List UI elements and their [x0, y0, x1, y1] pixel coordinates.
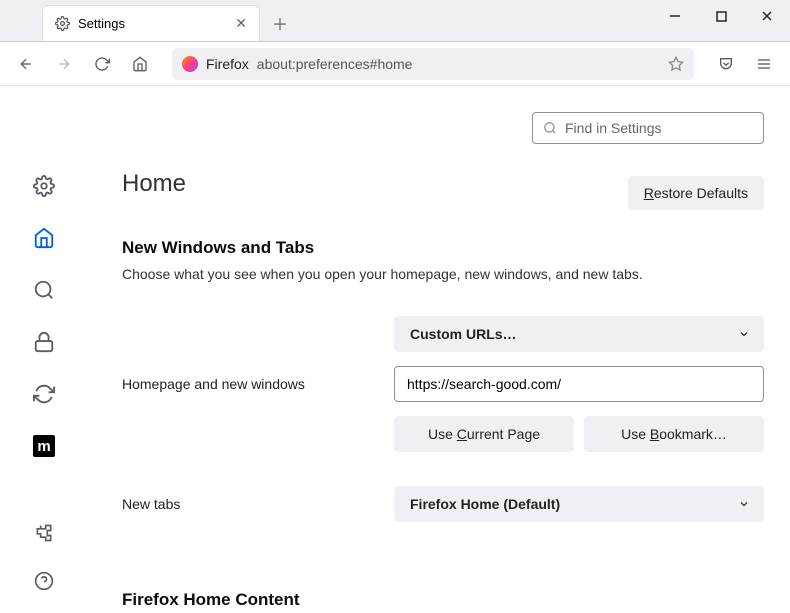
use-current-page-button[interactable]: Use Current Page [394, 416, 574, 452]
bookmark-star-icon[interactable] [668, 56, 684, 72]
firefox-logo-icon [182, 56, 198, 72]
settings-main: Find in Settings Restore Defaults Home N… [88, 86, 790, 613]
url-bar[interactable]: Firefox about:preferences#home [172, 48, 694, 80]
find-in-settings[interactable]: Find in Settings [532, 112, 764, 144]
sidebar-privacy-icon[interactable] [32, 330, 56, 354]
tab-title: Settings [78, 16, 125, 31]
chevron-down-icon [738, 498, 750, 510]
settings-sidebar: m [0, 86, 88, 613]
window-close[interactable] [744, 0, 790, 32]
sidebar-more-icon[interactable]: m [32, 434, 56, 458]
tab-bar: Settings ✕ ＋ [0, 0, 790, 42]
sidebar-general-icon[interactable] [32, 174, 56, 198]
sidebar-help-icon[interactable] [32, 569, 56, 593]
toolbar: Firefox about:preferences#home [0, 42, 790, 86]
url-label: Firefox [206, 56, 249, 72]
close-tab-icon[interactable]: ✕ [235, 15, 247, 32]
url-path: about:preferences#home [257, 56, 413, 72]
reload-button[interactable] [86, 48, 118, 80]
browser-tab[interactable]: Settings ✕ [42, 5, 260, 41]
gear-icon [55, 16, 70, 31]
restore-defaults-button[interactable]: Restore Defaults [628, 176, 764, 210]
sidebar-search-icon[interactable] [32, 278, 56, 302]
use-bookmark-button[interactable]: Use Bookmark… [584, 416, 764, 452]
newtabs-label: New tabs [122, 496, 382, 512]
homepage-label: Homepage and new windows [122, 376, 382, 392]
sidebar-home-icon[interactable] [32, 226, 56, 250]
section-new-windows-tabs: New Windows and Tabs [122, 238, 764, 258]
section-home-content: Firefox Home Content [122, 590, 764, 610]
home-button[interactable] [124, 48, 156, 80]
save-pocket-icon[interactable] [710, 48, 742, 80]
app-menu-icon[interactable] [748, 48, 780, 80]
chevron-down-icon [738, 328, 750, 340]
sidebar-extensions-icon[interactable] [32, 521, 56, 545]
new-tab-button[interactable]: ＋ [266, 9, 294, 37]
section-desc: Choose what you see when you open your h… [122, 266, 764, 282]
newtabs-select[interactable]: Firefox Home (Default) [394, 486, 764, 522]
homepage-mode-select[interactable]: Custom URLs… [394, 316, 764, 352]
search-placeholder: Find in Settings [565, 120, 662, 136]
window-maximize[interactable] [698, 0, 744, 32]
window-minimize[interactable] [652, 0, 698, 32]
homepage-url-input[interactable] [394, 366, 764, 402]
sidebar-sync-icon[interactable] [32, 382, 56, 406]
back-button[interactable] [10, 48, 42, 80]
forward-button[interactable] [48, 48, 80, 80]
